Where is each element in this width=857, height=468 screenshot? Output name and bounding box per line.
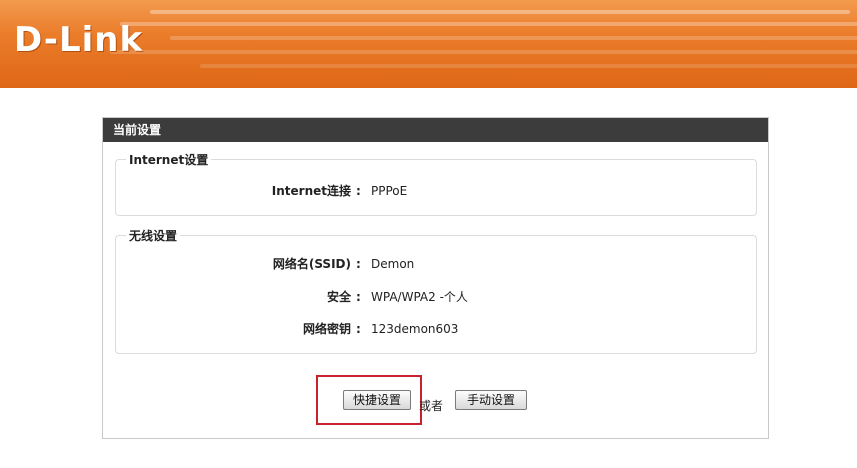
internet-settings-group: Internet设置 Internet连接 : PPPoE xyxy=(115,151,757,216)
banner-streak xyxy=(170,36,857,40)
security-row: 安全 : WPA/WPA2 -个人 xyxy=(116,288,756,306)
separator-colon: : xyxy=(356,184,361,198)
network-key-label: 网络密钥 xyxy=(302,322,351,336)
manual-setup-button[interactable]: 手动设置 xyxy=(455,390,527,410)
separator-colon: : xyxy=(356,257,361,271)
banner-streak xyxy=(110,50,857,54)
ssid-value: Demon xyxy=(371,257,415,271)
wireless-settings-legend: 无线设置 xyxy=(126,227,181,244)
separator-colon: : xyxy=(356,322,361,336)
internet-settings-legend: Internet设置 xyxy=(126,151,212,168)
or-text: 或者 xyxy=(419,399,444,413)
separator-colon: : xyxy=(356,290,361,304)
ssid-row: 网络名(SSID) : Demon xyxy=(116,255,756,273)
network-key-row: 网络密钥 : 123demon603 xyxy=(116,320,756,338)
quick-setup-button[interactable]: 快捷设置 xyxy=(343,390,411,410)
current-settings-panel: 当前设置 Internet设置 Internet连接 : PPPoE 无线设置 … xyxy=(102,117,769,439)
wireless-settings-group: 无线设置 网络名(SSID) : Demon 安全 : WPA/WPA2 -个人… xyxy=(115,227,757,354)
network-key-value: 123demon603 xyxy=(371,322,459,336)
banner-streak xyxy=(200,64,857,68)
security-value: WPA/WPA2 -个人 xyxy=(371,290,468,304)
dlink-logo: D-Link xyxy=(14,20,144,60)
panel-title: 当前设置 xyxy=(103,118,768,142)
internet-connection-row: Internet连接 : PPPoE xyxy=(116,182,756,200)
security-label: 安全 xyxy=(326,290,351,304)
ssid-label: 网络名(SSID) xyxy=(272,257,351,271)
header-banner: D-Link xyxy=(0,0,857,88)
banner-streak xyxy=(150,10,850,14)
banner-streak xyxy=(120,22,857,26)
internet-connection-value: PPPoE xyxy=(371,184,408,198)
action-area: 快捷设置 或者 手动设置 xyxy=(103,374,768,426)
internet-connection-label: Internet连接 xyxy=(271,184,351,198)
